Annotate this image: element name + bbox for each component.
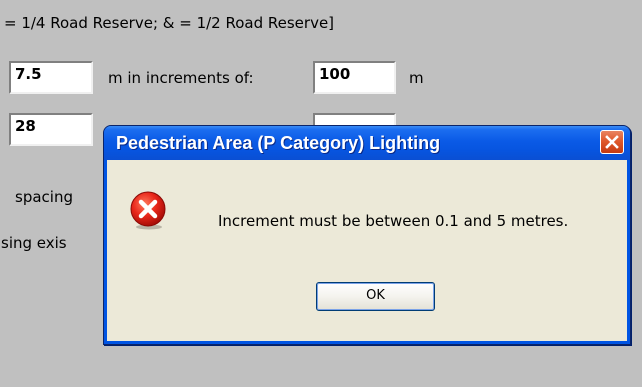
error-message: Increment must be between 0.1 and 5 metr… bbox=[218, 212, 569, 230]
dialog-body: Increment must be between 0.1 and 5 metr… bbox=[107, 160, 627, 341]
ok-button[interactable]: OK bbox=[316, 282, 435, 311]
close-button[interactable] bbox=[600, 130, 624, 154]
dialog-title: Pedestrian Area (P Category) Lighting bbox=[116, 133, 441, 153]
spacing-value-field[interactable]: 7.5 bbox=[9, 61, 93, 94]
increment-field[interactable]: 100 bbox=[313, 61, 396, 94]
existing-label: sing exis bbox=[1, 234, 67, 252]
error-icon bbox=[130, 191, 166, 230]
error-dialog: Pedestrian Area (P Category) Lighting In… bbox=[103, 125, 631, 345]
road-reserve-legend: = 1/4 Road Reserve; & = 1/2 Road Reserve… bbox=[4, 14, 335, 32]
increments-label: m in increments of: bbox=[108, 69, 254, 87]
second-value-field[interactable]: 28 bbox=[9, 113, 93, 146]
close-icon bbox=[605, 135, 619, 149]
dialog-titlebar[interactable]: Pedestrian Area (P Category) Lighting bbox=[104, 126, 630, 160]
spacing-label: spacing bbox=[15, 188, 73, 206]
increment-unit-label: m bbox=[409, 69, 424, 87]
